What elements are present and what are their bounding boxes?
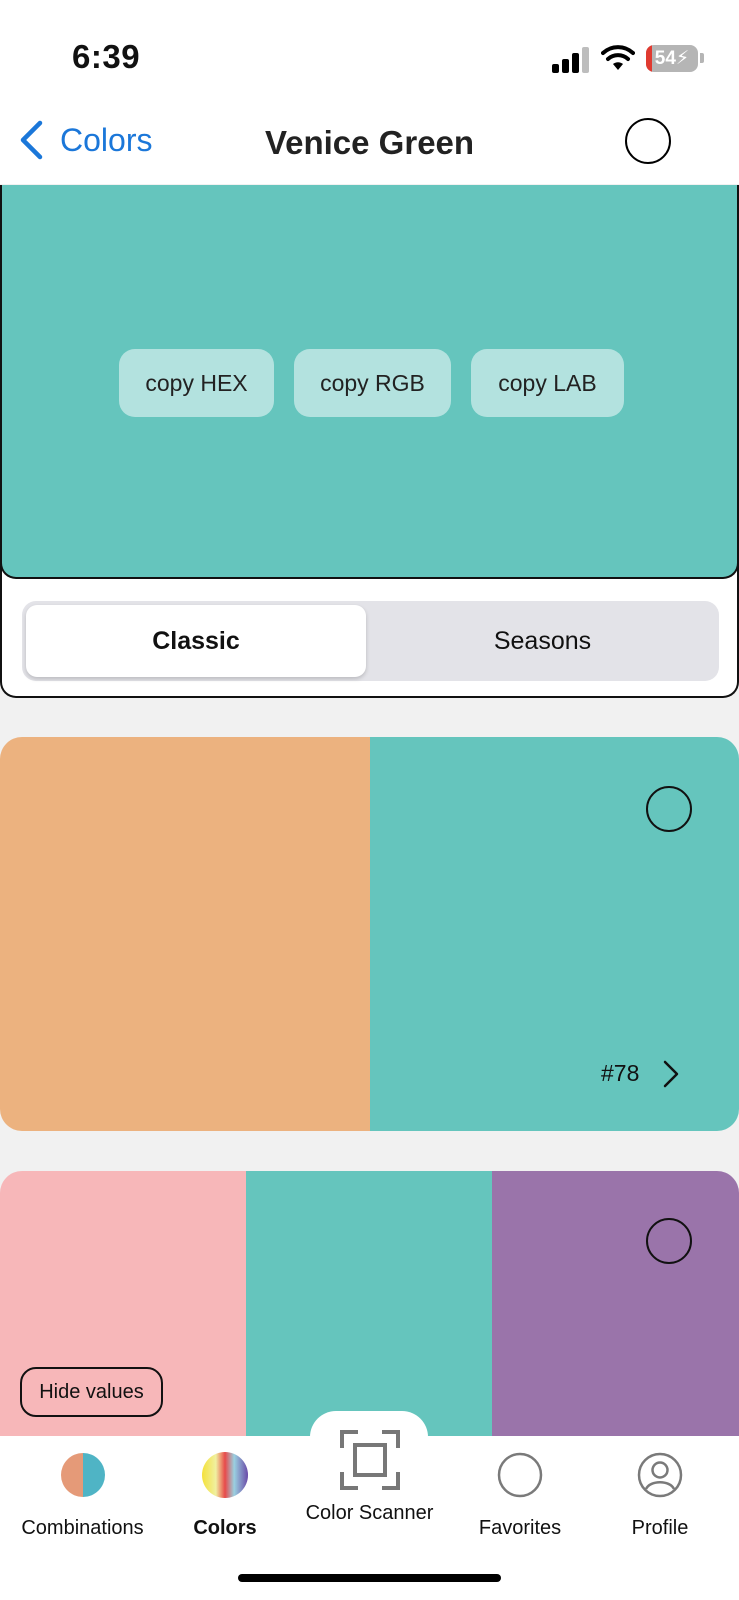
- copy-lab-button[interactable]: copy LAB: [471, 349, 624, 417]
- segment-seasons[interactable]: Seasons: [370, 605, 715, 677]
- color-swatch: copy HEX copy RGB copy LAB: [0, 185, 739, 579]
- tab-favorites[interactable]: Favorites: [465, 1450, 575, 1540]
- status-time: 6:39: [72, 38, 141, 75]
- battery-icon: 54⚡: [646, 45, 698, 72]
- nav-bar: Colors Venice Green: [0, 110, 739, 184]
- tab-combinations[interactable]: Combinations: [15, 1450, 150, 1540]
- copy-hex-button[interactable]: copy HEX: [119, 349, 274, 417]
- tab-label: Color Scanner: [305, 1502, 434, 1524]
- tab-label: Favorites: [478, 1517, 562, 1539]
- colors-icon: [202, 1452, 248, 1498]
- tab-label: Combinations: [21, 1517, 144, 1539]
- battery-nub: [700, 53, 704, 63]
- mode-segmented-control: Classic Seasons: [22, 601, 719, 681]
- tab-colors[interactable]: Colors: [175, 1450, 275, 1540]
- tab-profile[interactable]: Profile: [610, 1450, 710, 1540]
- status-bar: 6:39 54⚡: [0, 0, 739, 110]
- favorite-toggle[interactable]: [646, 786, 692, 832]
- segment-classic[interactable]: Classic: [26, 605, 366, 677]
- combination-swatch: [0, 737, 370, 1131]
- combinations-icon: [60, 1453, 105, 1497]
- wifi-icon: [601, 45, 635, 70]
- signal-icon: [552, 47, 590, 73]
- combination-card[interactable]: #78: [0, 737, 739, 1131]
- combination-number: #78: [601, 1060, 640, 1086]
- tab-label: Colors: [193, 1517, 257, 1539]
- combination-swatch: [492, 1171, 739, 1461]
- tab-label: Profile: [631, 1517, 689, 1539]
- profile-icon: [637, 1452, 683, 1498]
- tab-color-scanner[interactable]: Color Scanner: [297, 1428, 442, 1525]
- chevron-right-icon[interactable]: [662, 1059, 680, 1089]
- favorites-icon: [497, 1452, 543, 1498]
- scanner-icon: [339, 1430, 400, 1490]
- favorite-toggle[interactable]: [625, 118, 671, 164]
- color-detail-card: copy HEX copy RGB copy LAB Classic Seaso…: [0, 185, 739, 698]
- home-indicator[interactable]: [238, 1574, 501, 1582]
- combination-swatch: [0, 1171, 246, 1461]
- copy-rgb-button[interactable]: copy RGB: [294, 349, 451, 417]
- battery-percent: 54: [654, 48, 676, 69]
- hide-values-button[interactable]: Hide values: [20, 1367, 163, 1417]
- favorite-toggle[interactable]: [646, 1218, 692, 1264]
